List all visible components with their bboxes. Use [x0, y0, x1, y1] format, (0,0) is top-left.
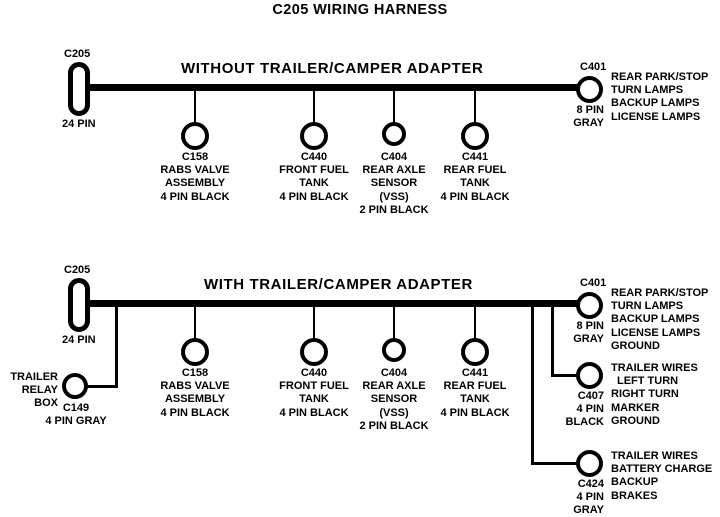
- harness-trunk-top: [88, 84, 578, 91]
- connector-c424[interactable]: [576, 450, 603, 477]
- branch-line-c424-horizontal: [531, 462, 581, 465]
- branch-line-c149-vertical: [115, 304, 118, 388]
- drop-line-c440-bottom: [313, 304, 315, 340]
- connector-c149[interactable]: [62, 373, 88, 399]
- connector-spec-c149: 4 PIN GRAY: [45, 415, 107, 427]
- connector-c205-top[interactable]: [68, 62, 90, 116]
- drop-line-c404-bottom: [393, 304, 395, 340]
- drop-line-c440-top: [313, 88, 315, 124]
- connector-spec-c407: C407 4 PIN BLACK: [565, 390, 605, 429]
- connector-c441-bottom[interactable]: [461, 338, 489, 366]
- connector-spec-c424: C424 4 PIN GRAY: [573, 478, 604, 517]
- connector-pins-c205-top: 24 PIN: [62, 118, 96, 130]
- section-heading-without-adapter: WITHOUT TRAILER/CAMPER ADAPTER: [181, 60, 484, 77]
- connector-functions-c407: TRAILER WIRES LEFT TURN RIGHT TURN MARKE…: [611, 362, 698, 427]
- drop-line-c404-top: [393, 88, 395, 124]
- connector-functions-c401-top: REAR PARK/STOP TURN LAMPS BACKUP LAMPS L…: [611, 71, 709, 123]
- drop-line-c441-top: [474, 88, 476, 124]
- connector-spec-c401-bottom: 8 PIN GRAY: [573, 320, 604, 346]
- harness-trunk-bottom: [88, 300, 578, 307]
- drop-line-c158-bottom: [194, 304, 196, 340]
- drop-line-c158-top: [194, 88, 196, 124]
- wiring-diagram: C205 WIRING HARNESS WITHOUT TRAILER/CAMP…: [0, 0, 720, 517]
- page-title: C205 WIRING HARNESS: [272, 2, 448, 18]
- connector-label-c149: C149: [62, 402, 90, 414]
- connector-functions-c424: TRAILER WIRES BATTERY CHARGE BACKUP BRAK…: [611, 450, 713, 502]
- connector-label-c441-bottom: C441 REAR FUEL TANK 4 PIN BLACK: [440, 367, 510, 419]
- connector-label-c205-bottom: C205: [64, 264, 91, 276]
- connector-label-c441-top: C441 REAR FUEL TANK 4 PIN BLACK: [440, 151, 510, 203]
- connector-c441-top[interactable]: [461, 122, 489, 150]
- connector-c404-top[interactable]: [382, 122, 406, 146]
- connector-c404-bottom[interactable]: [382, 338, 406, 362]
- connector-c158-top[interactable]: [181, 122, 209, 150]
- connector-label-c401-top: C401: [580, 61, 607, 73]
- connector-label-c401-bottom: C401: [580, 277, 607, 289]
- connector-functions-c401-bottom: REAR PARK/STOP TURN LAMPS BACKUP LAMPS L…: [611, 287, 709, 352]
- connector-label-c205-top: C205: [64, 48, 91, 60]
- section-heading-with-adapter: WITH TRAILER/CAMPER ADAPTER: [204, 276, 473, 293]
- connector-c401-top[interactable]: [576, 76, 603, 103]
- connector-c401-bottom[interactable]: [576, 292, 603, 319]
- connector-c440-bottom[interactable]: [300, 338, 328, 366]
- connector-c440-top[interactable]: [300, 122, 328, 150]
- branch-line-c149-horizontal: [86, 385, 118, 388]
- drop-line-c441-bottom: [474, 304, 476, 340]
- connector-c205-bottom[interactable]: [68, 278, 90, 332]
- connector-spec-c401-top: 8 PIN GRAY: [573, 104, 604, 130]
- connector-c158-bottom[interactable]: [181, 338, 209, 366]
- connector-pins-c205-bottom: 24 PIN: [62, 334, 96, 346]
- branch-line-c424-vertical: [531, 304, 534, 464]
- branch-line-c407-vertical: [551, 304, 554, 376]
- connector-c407[interactable]: [576, 362, 603, 389]
